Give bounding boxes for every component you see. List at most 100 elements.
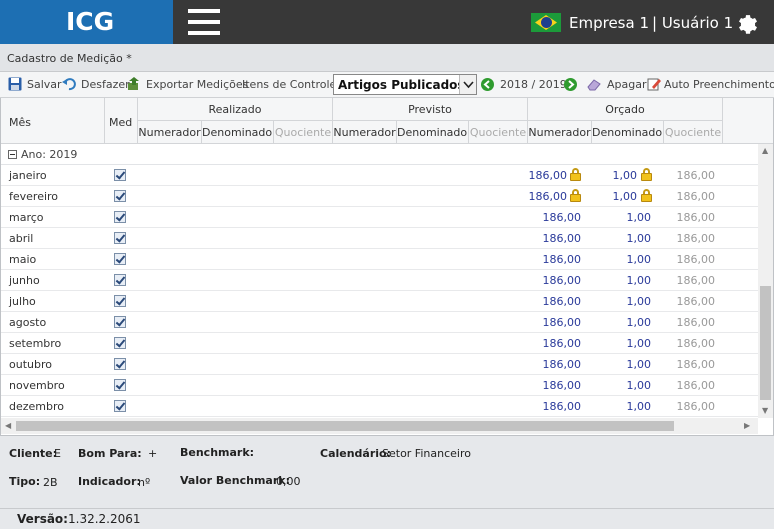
undo-icon[interactable] [62, 77, 76, 91]
vertical-scrollbar[interactable]: ▲ ▼ [758, 144, 773, 418]
table-row[interactable]: abril 186,00 1,00 186,00 [1, 228, 758, 249]
orcado-numerador-cell[interactable]: 186,00 [543, 232, 582, 245]
header-med[interactable]: Med [105, 98, 138, 144]
orcado-quociente-cell: 186,00 [676, 337, 716, 350]
med-checkbox[interactable] [114, 253, 126, 265]
med-checkbox[interactable] [114, 274, 126, 286]
orcado-quociente-cell: 186,00 [676, 295, 716, 308]
chevron-down-icon[interactable] [459, 75, 476, 94]
orcado-numerador-cell[interactable]: 186,00 [529, 169, 568, 182]
orcado-denominador-cell[interactable]: 1,00 [627, 316, 652, 329]
orcado-denominador-cell[interactable]: 1,00 [627, 295, 652, 308]
med-checkbox[interactable] [114, 358, 126, 370]
med-checkbox[interactable] [114, 190, 126, 202]
orcado-denominador-cell[interactable]: 1,00 [627, 253, 652, 266]
orcado-numerador-cell[interactable]: 186,00 [529, 190, 568, 203]
med-checkbox[interactable] [114, 211, 126, 223]
med-checkbox[interactable] [114, 400, 126, 412]
orcado-numerador-cell[interactable]: 186,00 [543, 211, 582, 224]
table-row[interactable]: janeiro 186,00 1,00 186,00 [1, 165, 758, 186]
table-row[interactable]: setembro 186,00 1,00 186,00 [1, 333, 758, 354]
orcado-quociente-cell: 186,00 [676, 274, 716, 287]
table-row[interactable]: agosto 186,00 1,00 186,00 [1, 312, 758, 333]
hamburger-menu-icon[interactable] [188, 9, 220, 35]
save-button[interactable]: Salvar [27, 78, 62, 91]
user-name[interactable]: | Usuário 1 [652, 14, 733, 32]
table-row[interactable]: outubro 186,00 1,00 186,00 [1, 354, 758, 375]
autofill-button[interactable]: Auto Preenchimento [664, 78, 774, 91]
orcado-numerador-cell[interactable]: 186,00 [543, 295, 582, 308]
eraser-icon[interactable] [587, 77, 601, 91]
orcado-denominador-cell[interactable]: 1,00 [627, 358, 652, 371]
brazil-flag-icon [531, 13, 561, 32]
version-bar: Versão: 1.32.2.2061 [0, 508, 774, 529]
table-row[interactable]: maio 186,00 1,00 186,00 [1, 249, 758, 270]
arrow-right-circle-icon[interactable] [564, 78, 577, 91]
header-orcado-quociente[interactable]: Quociente [664, 121, 723, 144]
orcado-denominador-cell[interactable]: 1,00 [613, 190, 638, 203]
header-previsto-quociente[interactable]: Quociente [469, 121, 528, 144]
scroll-up-icon[interactable]: ▲ [762, 146, 768, 155]
scroll-right-icon[interactable]: ▶ [744, 421, 750, 430]
header-previsto-numerador[interactable]: Numerador [333, 121, 397, 144]
gear-icon[interactable] [736, 12, 760, 36]
med-checkbox[interactable] [114, 337, 126, 349]
header-realizado-numerador[interactable]: Numerador [138, 121, 202, 144]
orcado-denominador-cell[interactable]: 1,00 [627, 274, 652, 287]
header-orcado-denominador[interactable]: Denominador [592, 121, 664, 144]
orcado-numerador-cell[interactable]: 186,00 [543, 400, 582, 413]
edit-icon[interactable] [647, 77, 661, 91]
arrow-left-circle-icon[interactable] [481, 78, 494, 91]
table-row[interactable]: fevereiro 186,00 1,00 186,00 [1, 186, 758, 207]
table-row[interactable]: julho 186,00 1,00 186,00 [1, 291, 758, 312]
table-row[interactable]: dezembro 186,00 1,00 186,00 [1, 396, 758, 417]
med-checkbox[interactable] [114, 295, 126, 307]
orcado-numerador-cell[interactable]: 186,00 [543, 337, 582, 350]
scroll-left-icon[interactable]: ◀ [5, 421, 11, 430]
med-checkbox[interactable] [114, 232, 126, 244]
export-icon[interactable] [127, 77, 141, 91]
logo[interactable]: ICG [0, 0, 173, 44]
header-realizado-quociente[interactable]: Quociente [274, 121, 333, 144]
med-checkbox[interactable] [114, 169, 126, 181]
orcado-numerador-cell[interactable]: 186,00 [543, 358, 582, 371]
cliente-value: E [54, 447, 61, 460]
horizontal-scrollbar[interactable]: ◀ ▶ [1, 418, 758, 434]
delete-button[interactable]: Apagar [607, 78, 647, 91]
floppy-disk-icon[interactable] [8, 77, 22, 91]
header-realizado-denominador[interactable]: Denominador [202, 121, 274, 144]
table-row[interactable]: junho 186,00 1,00 186,00 [1, 270, 758, 291]
orcado-denominador-cell[interactable]: 1,00 [627, 211, 652, 224]
year-group-row: Ano: 2019 [1, 144, 758, 165]
orcado-denominador-cell[interactable]: 1,00 [613, 169, 638, 182]
header-previsto-denominador[interactable]: Denominador [397, 121, 469, 144]
horizontal-scroll-thumb[interactable] [16, 421, 674, 431]
orcado-denominador-cell[interactable]: 1,00 [627, 400, 652, 413]
export-button[interactable]: Exportar Medições [146, 78, 248, 91]
month-cell: novembro [9, 379, 65, 392]
header-orcado-numerador[interactable]: Numerador [528, 121, 592, 144]
med-checkbox[interactable] [114, 316, 126, 328]
orcado-denominador-cell[interactable]: 1,00 [627, 232, 652, 245]
header-month[interactable]: Mês [1, 98, 105, 144]
orcado-denominador-cell[interactable]: 1,00 [627, 379, 652, 392]
orcado-denominador-cell[interactable]: 1,00 [627, 337, 652, 350]
control-items-select[interactable]: Artigos Publicados [333, 74, 477, 95]
table-row[interactable]: março 186,00 1,00 186,00 [1, 207, 758, 228]
vertical-scroll-thumb[interactable] [760, 286, 771, 400]
month-cell: fevereiro [9, 190, 59, 203]
scroll-down-icon[interactable]: ▼ [762, 406, 768, 415]
measurement-grid: Mês Med Realizado Previsto Orçado Numera… [0, 98, 774, 436]
orcado-quociente-cell: 186,00 [676, 316, 716, 329]
orcado-numerador-cell[interactable]: 186,00 [543, 379, 582, 392]
collapse-icon[interactable] [8, 150, 17, 159]
table-row[interactable]: novembro 186,00 1,00 186,00 [1, 375, 758, 396]
month-cell: outubro [9, 358, 52, 371]
orcado-numerador-cell[interactable]: 186,00 [543, 316, 582, 329]
orcado-numerador-cell[interactable]: 186,00 [543, 253, 582, 266]
med-checkbox[interactable] [114, 379, 126, 391]
undo-button[interactable]: Desfazer [81, 78, 130, 91]
benchmark-label: Benchmark: [180, 446, 255, 459]
orcado-numerador-cell[interactable]: 186,00 [543, 274, 582, 287]
company-name[interactable]: Empresa 1 [569, 14, 649, 32]
